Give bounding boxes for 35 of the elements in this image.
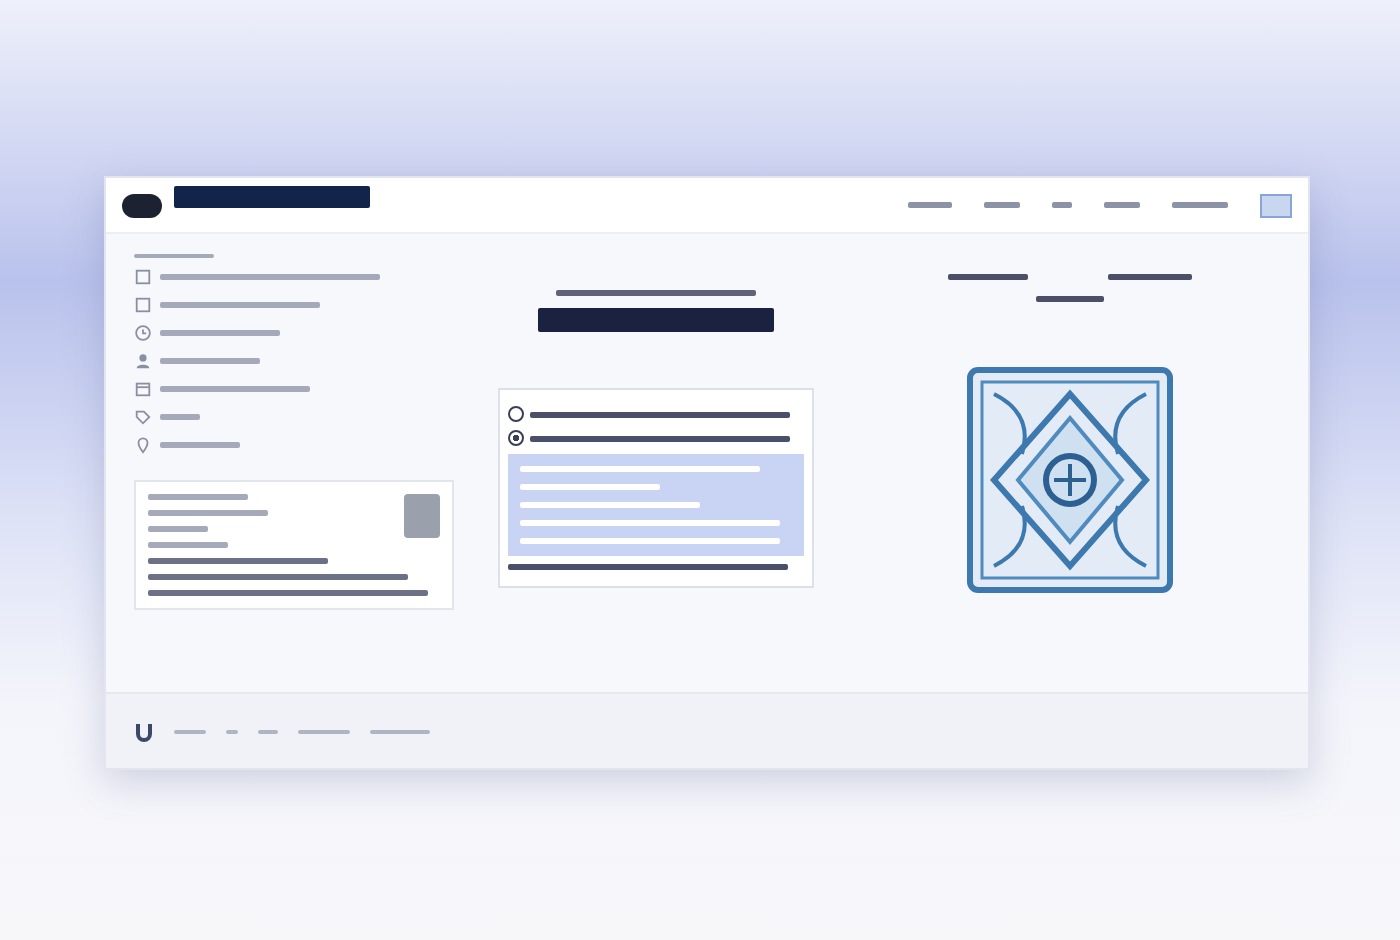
pin-icon [134,436,152,454]
illegible-text-line [148,526,208,532]
illegible-text-line [1035,296,1103,302]
illegible-text-line [160,358,260,364]
nav-link[interactable] [1052,202,1072,208]
tag-icon [134,408,152,426]
footer-link[interactable] [298,729,350,733]
logo-icon [134,721,154,741]
checkbox-icon [134,296,152,314]
radio-button[interactable] [508,430,524,446]
illegible-text-line [134,254,214,258]
checkbox-icon [134,268,152,286]
nav-link[interactable] [984,202,1020,208]
radio-button[interactable] [508,406,524,422]
illegible-text-line [160,442,240,448]
illegible-text-line [520,484,660,490]
illegible-text-line [148,494,248,500]
nav-link[interactable] [908,202,952,208]
nav-link[interactable] [1172,202,1228,208]
illegible-text-line [148,510,268,516]
illegible-text-line [148,542,228,548]
nav-link[interactable] [1104,202,1140,208]
illegible-text-line [947,274,1027,280]
footer-link[interactable] [370,729,430,733]
person-icon [134,352,152,370]
logo-icon [122,193,162,217]
footer-link[interactable] [174,729,206,733]
illegible-text-line [1107,274,1191,280]
nav-button[interactable] [1260,193,1292,217]
clock-icon [134,324,152,342]
photo-placeholder [404,494,440,538]
illegible-text-line [160,330,280,336]
illegible-text-line [160,414,200,420]
calendar-icon [134,380,152,398]
footer-link[interactable] [226,729,238,733]
